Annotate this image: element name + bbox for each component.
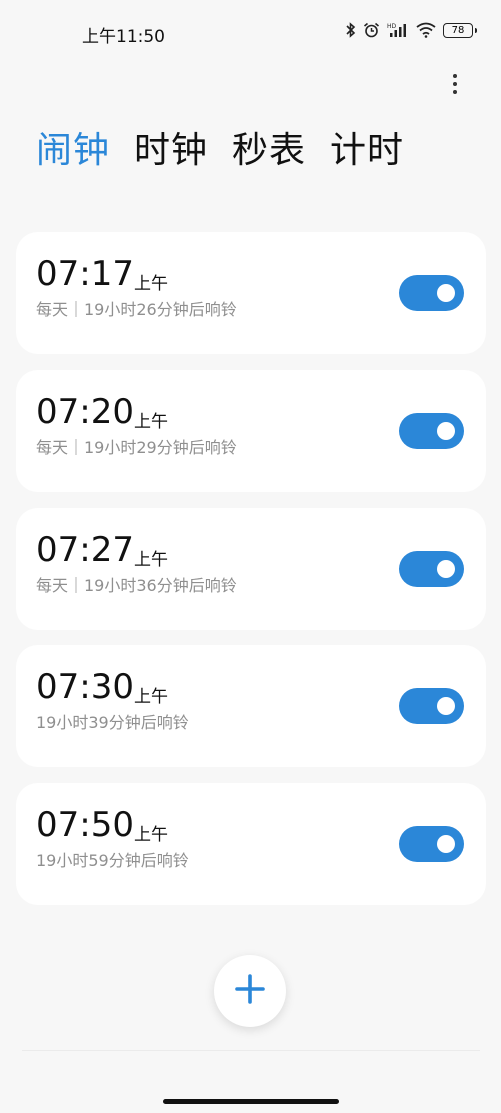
alarm-subtitle: 每天｜19小时29分钟后响铃 [36, 438, 237, 457]
toggle-knob [437, 284, 455, 302]
svg-text:HD: HD [387, 23, 397, 30]
bottom-divider [22, 1050, 480, 1051]
tab-bar: 闹钟 时钟 秒表 计时 [36, 128, 404, 174]
alarm-card[interactable]: 07:17 上午 每天｜19小时26分钟后响铃 [16, 232, 486, 354]
alarm-card[interactable]: 07:50 上午 19小时59分钟后响铃 [16, 783, 486, 905]
toggle-knob [437, 422, 455, 440]
tab-alarm[interactable]: 闹钟 [36, 128, 110, 174]
alarm-subtitle: 每天｜19小时26分钟后响铃 [36, 300, 237, 319]
alarm-card[interactable]: 07:20 上午 每天｜19小时29分钟后响铃 [16, 370, 486, 492]
alarm-time: 07:20 [36, 392, 134, 432]
alarm-toggle[interactable] [399, 413, 464, 449]
tab-clock[interactable]: 时钟 [134, 128, 208, 174]
home-indicator[interactable] [163, 1099, 339, 1104]
alarm-ampm: 上午 [134, 825, 168, 845]
alarm-ampm: 上午 [134, 687, 168, 707]
hd-signal-icon: HD [387, 22, 409, 38]
alarm-toggle[interactable] [399, 826, 464, 862]
alarm-toggle[interactable] [399, 275, 464, 311]
plus-icon [234, 973, 266, 1009]
add-alarm-button[interactable] [214, 955, 286, 1027]
alarm-subtitle: 19小时59分钟后响铃 [36, 851, 189, 870]
alarm-subtitle: 19小时39分钟后响铃 [36, 713, 189, 732]
alarm-card[interactable]: 07:27 上午 每天｜19小时36分钟后响铃 [16, 508, 486, 630]
alarm-time: 07:50 [36, 805, 134, 845]
more-menu-button[interactable] [444, 70, 466, 98]
battery-icon: 78 [443, 22, 477, 38]
toggle-knob [437, 560, 455, 578]
tab-timer[interactable]: 计时 [330, 128, 404, 174]
status-icons: HD 78 [346, 22, 477, 38]
alarm-time: 07:30 [36, 667, 134, 707]
alarm-card[interactable]: 07:30 上午 19小时39分钟后响铃 [16, 645, 486, 767]
bluetooth-icon [346, 22, 356, 38]
alarm-toggle[interactable] [399, 688, 464, 724]
more-vertical-icon [453, 74, 457, 78]
status-time: 上午11:50 [82, 27, 165, 47]
alarm-subtitle: 每天｜19小时36分钟后响铃 [36, 576, 237, 595]
alarm-ampm: 上午 [134, 274, 168, 294]
alarm-time: 07:17 [36, 254, 134, 294]
wifi-icon [416, 22, 436, 38]
tab-stopwatch[interactable]: 秒表 [232, 128, 306, 174]
alarm-time: 07:27 [36, 530, 134, 570]
alarm-toggle[interactable] [399, 551, 464, 587]
toggle-knob [437, 697, 455, 715]
toggle-knob [437, 835, 455, 853]
alarm-icon [363, 22, 380, 38]
status-bar: 上午11:50 HD 78 [0, 0, 501, 68]
alarm-ampm: 上午 [134, 550, 168, 570]
alarm-ampm: 上午 [134, 412, 168, 432]
